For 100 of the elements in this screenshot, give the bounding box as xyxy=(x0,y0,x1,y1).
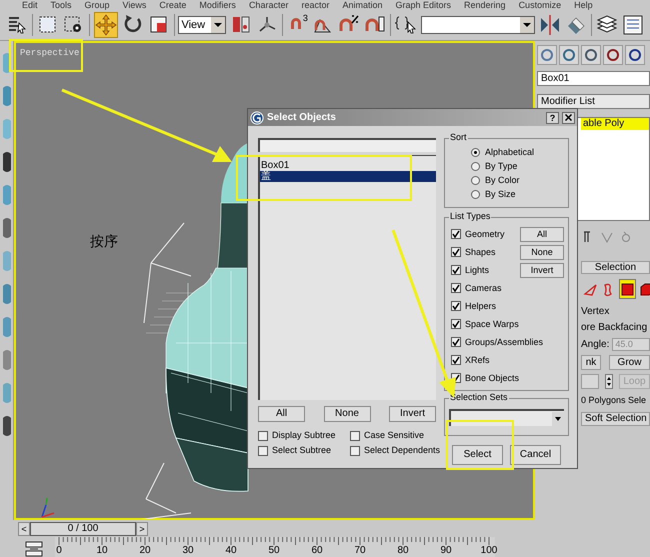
type-label: Cameras xyxy=(465,282,503,294)
panel-tab[interactable] xyxy=(625,45,645,65)
menu-item[interactable]: Help xyxy=(574,0,593,10)
track-bar-icon[interactable] xyxy=(25,541,43,557)
menu-item[interactable]: Rendering xyxy=(464,0,506,10)
checkbox[interactable] xyxy=(350,446,360,456)
help-button[interactable]: ? xyxy=(546,112,559,124)
list-select-button[interactable]: None xyxy=(324,406,370,422)
type-label: Geometry xyxy=(465,228,506,240)
check-icon xyxy=(452,302,460,310)
polygon-mode-icon xyxy=(620,282,635,296)
group-title: Sort xyxy=(449,132,468,143)
object-list[interactable]: Box01 盖 xyxy=(258,155,436,400)
check-icon xyxy=(452,284,460,292)
panel-tab-icon xyxy=(628,48,642,62)
move-tool-button[interactable] xyxy=(94,12,118,38)
check-icon xyxy=(452,248,460,256)
type-select-button[interactable]: None xyxy=(520,244,564,260)
spinner-arrows-icon[interactable] xyxy=(605,374,613,389)
type-select-button[interactable]: Invert xyxy=(520,262,564,278)
checkbox[interactable] xyxy=(451,283,461,293)
checkbox[interactable] xyxy=(451,355,461,365)
tool-icon[interactable] xyxy=(2,414,12,438)
modifier-list-dropdown[interactable]: Modifier List xyxy=(537,94,650,109)
list-select-button[interactable]: Invert xyxy=(389,406,436,422)
panel-tab[interactable] xyxy=(603,45,623,65)
close-button[interactable] xyxy=(562,112,575,124)
checkbox[interactable] xyxy=(258,446,268,456)
magnet-tool-button[interactable]: 3 xyxy=(286,12,308,38)
checkbox[interactable] xyxy=(451,301,461,311)
check-icon xyxy=(452,266,460,274)
rollout-header[interactable]: Selection xyxy=(581,261,650,274)
type-label: Lights xyxy=(465,264,490,276)
mirror-icon xyxy=(539,14,562,36)
menu-item[interactable]: reactor xyxy=(301,0,330,10)
checkbox[interactable] xyxy=(451,229,461,239)
spinner-field[interactable] xyxy=(581,374,599,389)
panel-tab-icon xyxy=(562,48,576,62)
time-slider-thumb[interactable]: 0 / 100 xyxy=(30,522,136,536)
rollout-header[interactable]: Soft Selection xyxy=(581,412,650,426)
object-name-field[interactable]: Box01 xyxy=(537,71,650,86)
selection-sets-dropdown[interactable] xyxy=(449,409,564,426)
checkbox[interactable] xyxy=(258,430,268,440)
radio-button[interactable] xyxy=(471,190,480,199)
group-title: List Types xyxy=(449,211,492,222)
tool-icon[interactable] xyxy=(2,216,12,240)
ruler-label: 20 xyxy=(139,545,151,556)
named-selection-dropdown[interactable] xyxy=(420,16,536,34)
time-slider-track[interactable]: < 0 / 100 > xyxy=(18,522,148,536)
menu-item[interactable]: Group xyxy=(84,0,110,10)
menu-item[interactable]: Graph Editors xyxy=(396,0,452,10)
menu-item[interactable]: Modifiers xyxy=(199,0,236,10)
grow-button[interactable]: Grow xyxy=(609,355,650,370)
type-select-button[interactable]: All xyxy=(520,226,564,242)
object-list-item[interactable]: 盖 xyxy=(260,171,436,182)
checkbox[interactable] xyxy=(350,430,360,440)
angle-label: Angle: xyxy=(581,338,610,350)
next-frame-button[interactable]: > xyxy=(136,522,148,536)
checkbox[interactable] xyxy=(451,319,461,329)
highlight-frame xyxy=(446,420,514,470)
check-icon xyxy=(452,356,460,364)
tool-icon[interactable] xyxy=(2,150,12,174)
menu-item[interactable]: Views xyxy=(122,0,146,10)
pin-stack-icon[interactable] xyxy=(583,231,593,243)
panel-tab[interactable] xyxy=(537,45,557,65)
radio-label: By Color xyxy=(485,175,520,186)
view-dropdown[interactable]: View xyxy=(178,16,226,34)
panel-tab-icon xyxy=(584,48,598,62)
menu-item[interactable]: Create xyxy=(159,0,186,10)
shrink-button[interactable]: nk xyxy=(581,355,601,370)
previous-frame-button[interactable]: < xyxy=(18,522,30,536)
checkbox[interactable] xyxy=(451,265,461,275)
radio-button[interactable] xyxy=(471,148,480,157)
type-label: Space Warps xyxy=(465,318,520,330)
menu-item[interactable]: Animation xyxy=(342,0,382,10)
search-field[interactable] xyxy=(258,138,436,152)
menu-item[interactable]: Tools xyxy=(50,0,72,10)
panel-tab[interactable] xyxy=(559,45,579,65)
polygon-mode-button[interactable] xyxy=(619,279,636,299)
type-label: Shapes xyxy=(465,246,497,258)
list-select-button[interactable]: All xyxy=(258,406,305,422)
stack-item[interactable]: able Poly xyxy=(581,118,649,130)
menu-item[interactable]: Customize xyxy=(518,0,562,10)
checkbox[interactable] xyxy=(451,337,461,347)
curve-editor-icon xyxy=(622,14,644,36)
panel-tab-icon xyxy=(606,48,620,62)
object-list-item[interactable]: Box01 xyxy=(260,160,436,171)
radio-button[interactable] xyxy=(471,162,480,171)
time-ruler[interactable]: 0 10 20 30 40 50 60 70 80 90 100 xyxy=(55,537,495,557)
ignore-backfacing-label: ore Backfacing xyxy=(581,322,648,334)
mirror-tool-button[interactable] xyxy=(539,12,562,38)
type-label: Helpers xyxy=(465,300,498,312)
radio-button[interactable] xyxy=(471,176,480,185)
menu-item[interactable]: Character xyxy=(248,0,288,10)
panel-tab[interactable] xyxy=(581,45,601,65)
menu-item[interactable]: Edit xyxy=(22,0,38,10)
dialog-button[interactable]: Select xyxy=(452,445,503,465)
ruler-label: 90 xyxy=(440,545,452,556)
checkbox[interactable] xyxy=(451,247,461,257)
dialog-button[interactable]: Cancel xyxy=(510,445,561,465)
